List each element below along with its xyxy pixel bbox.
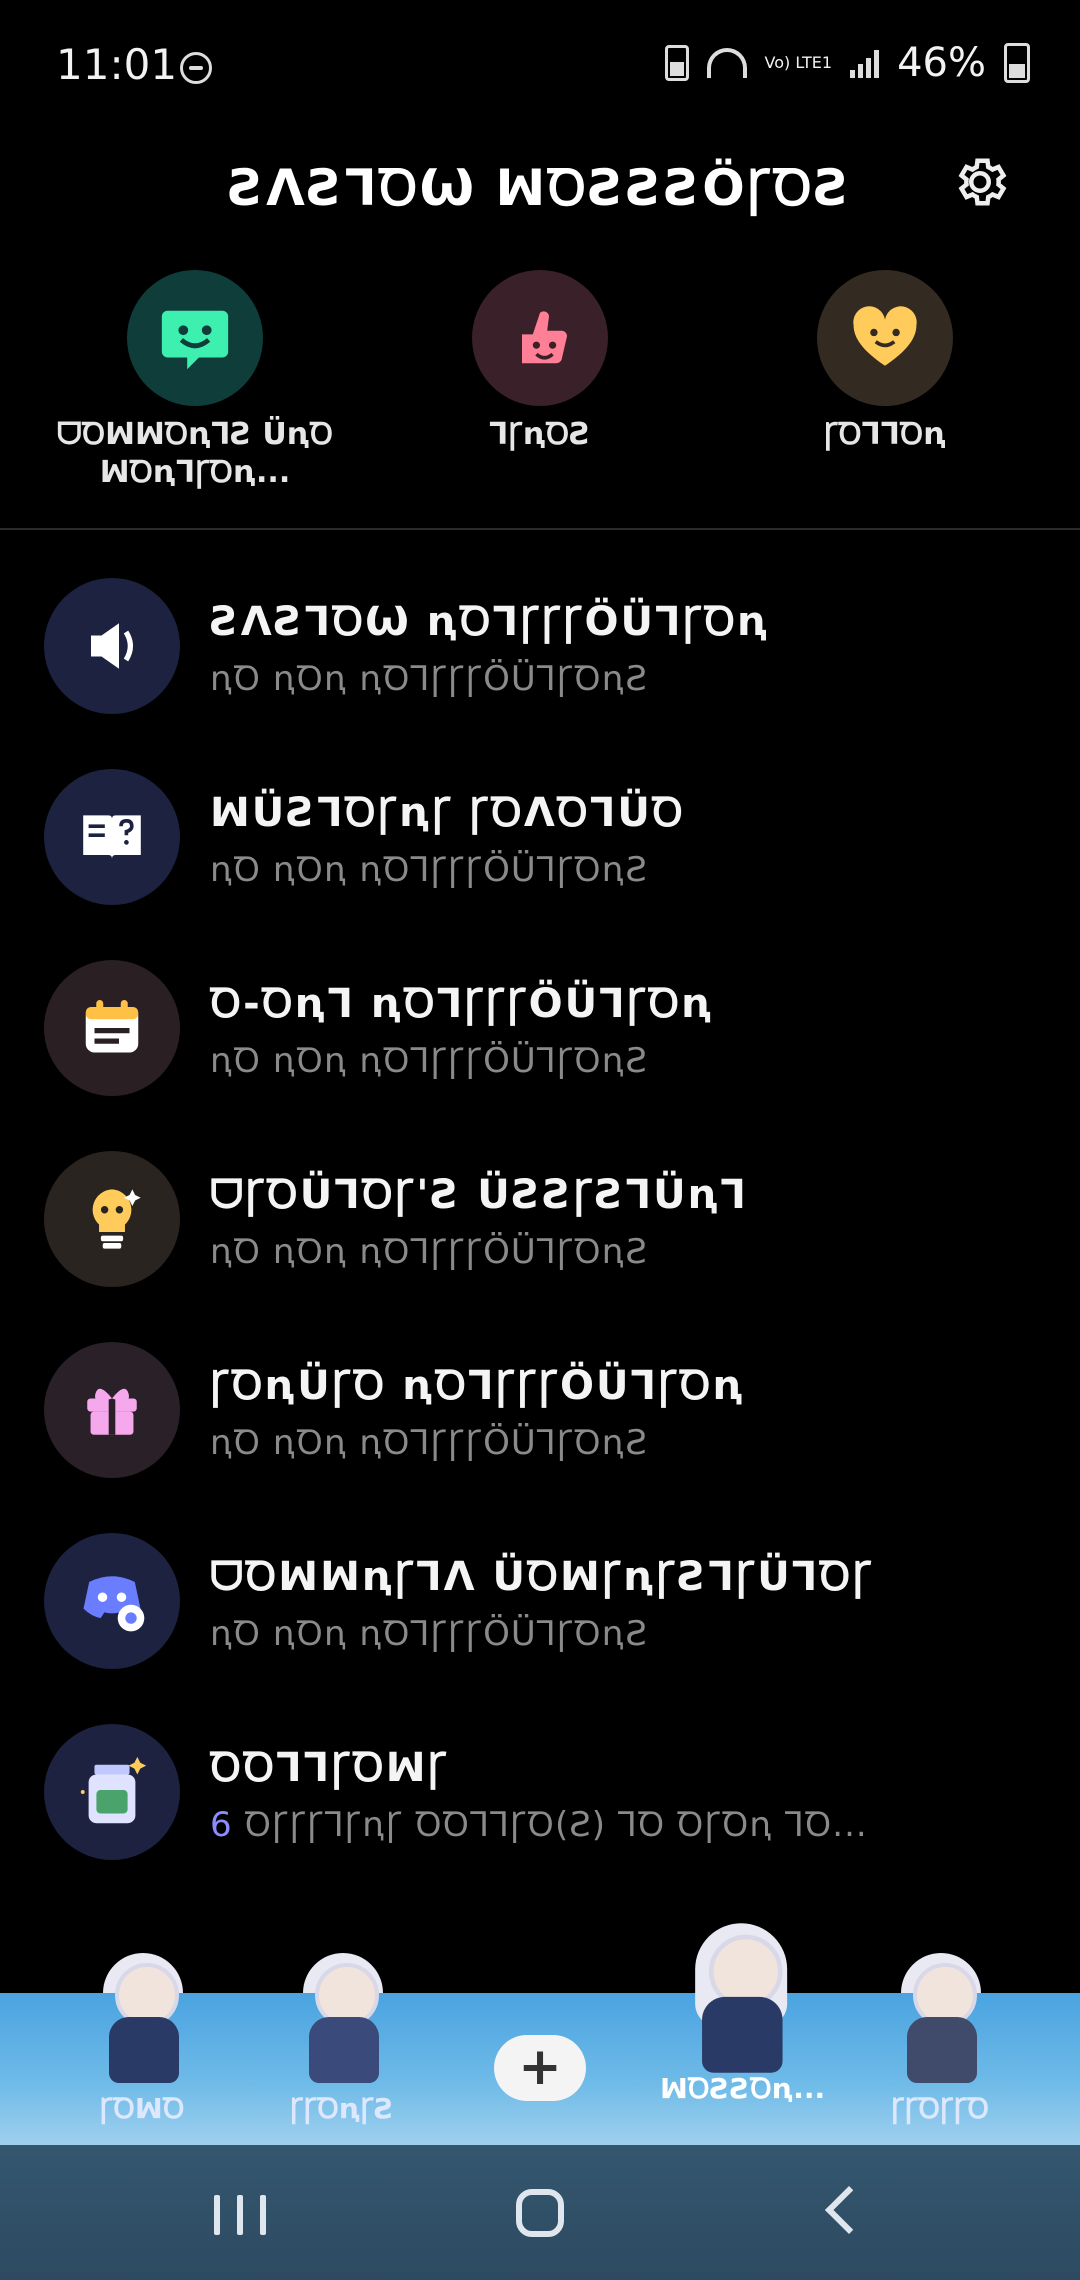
item-title: Ꝺ-ꝹꞑꞀ ꞑꝹꞀꞄꞄꞄÖÜꞀꞄꝹꞑ (210, 981, 714, 1027)
gear-icon[interactable] (950, 152, 1010, 212)
help-book-icon (44, 769, 180, 905)
quick-item-likes[interactable]: ꞀꞄꞑꝹƧ (370, 270, 710, 454)
page-header: ƧΛƧꞀꝹѠ ꟽꝹƧƧƧÖꞄꝹƧ (0, 140, 1080, 230)
list-item[interactable]: ᗜꝹꟽꟽꞑꞄꞀΛ ÜꝹꟽꞄꞑꞄƧꞀꞄÜꞀꝹꞄ ꞑꝹ ꞑꝹꞑ ꞑꝹꞀꞄꞄꞄÖÜꞀꞄ… (0, 1525, 1080, 1716)
character-name: ꞄꝹꟽꝹ (99, 2092, 185, 2125)
item-subtitle: ꞑꝹ ꞑꝹꞑ ꞑꝹꞀꞄꞄꞄÖÜꞀꞄꝹꞑƧ (210, 1614, 648, 1654)
character-avatar (885, 1953, 995, 2083)
character-avatar (287, 1953, 397, 2083)
character-avatar (87, 1953, 197, 2083)
speaker-icon (44, 578, 180, 714)
item-title: ᗜꞄꝹÜꞀꝹꞄ'Ƨ ÜƧƧꞄƧꞀÜꞑꞀ (210, 1172, 748, 1218)
item-subtitle: ꞑꝹ ꞑꝹꞑ ꞑꝹꞀꞄꞄꞄÖÜꞀꞄꝹꞑƧ (210, 1232, 648, 1272)
quick-item-comments[interactable]: ᗜꝹꟽꟽꝹꞑꞀƧ ÜꞑꝹ ꟽꝹꞑꞀꞄꝹꞑ... (25, 270, 365, 492)
quick-item-follows[interactable]: ꞄꝹꞀꞀꝹꞑ (715, 270, 1055, 454)
assistant-bulb-icon (44, 1151, 180, 1287)
item-title: ꝹꝹꞀꞀꞄꝹꟽꞄ (210, 1745, 449, 1791)
quick-item-label: ꞄꝹꞀꞀꝹꞑ (823, 417, 947, 452)
item-title: ꞄꝹꞑÜꞄꝹ ꞑꝹꞀꞄꞄꞄÖÜꞀꞄꝹꞑ (210, 1363, 746, 1409)
discord-admin-icon (44, 1533, 180, 1669)
quick-actions: ᗜꝹꟽꟽꝹꞑꞀƧ ÜꞑꝹ ꟽꝹꞑꞀꞄꝹꞑ... ꞀꞄꞑꝹƧ ꞄꝹꞀꞀꝹꞑ (0, 270, 1080, 520)
character-name: ꟽꝹƧƧꝹꞑ... (660, 2072, 826, 2105)
status-bar: 11:01 Vo) LTE1 46% (0, 0, 1080, 130)
home-button[interactable] (516, 2189, 564, 2237)
character-bar: ꞄꝹꟽꝹ ꞄꞄꝹꞑꞄƧ + ꟽꝹƧƧꝹꞑ... ꞄꞄꝹꞄꞄꝹ (0, 1923, 1080, 2145)
list-item[interactable]: ꟽÜƧꞀꝹꞄꞑꞄ ꞄꝹΛꝹꞀÜꝹ ꞑꝹ ꞑꝹꞑ ꞑꝹꞀꞄꞄꞄÖÜꞀꞄꝹꞑƧ (0, 761, 1080, 952)
green-face-icon (127, 270, 263, 406)
item-subtitle: ꞑꝹ ꞑꝹꞑ ꞑꝹꞀꞄꞄꞄÖÜꞀꞄꝹꞑƧ (210, 1041, 648, 1081)
battery-percent: 46% (897, 40, 986, 86)
character-tab-3[interactable]: ꟽꝹƧƧꝹꞑ... (660, 1923, 826, 2123)
wifi-icon (706, 48, 747, 78)
character-avatar (677, 1923, 804, 2073)
bottle-icon (44, 1724, 180, 1860)
item-title: ꟽÜƧꞀꝹꞄꞑꞄ ꞄꝹΛꝹꞀÜꝹ (210, 790, 685, 836)
recent-apps-button[interactable] (214, 2195, 266, 2235)
list-item[interactable]: ᗜꞄꝹÜꞀꝹꞄ'Ƨ ÜƧƧꞄƧꞀÜꞑꞀ ꞑꝹ ꞑꝹꞑ ꞑꝹꞀꞄꞄꞄÖÜꞀꞄꝹꞑƧ (0, 1143, 1080, 1334)
page-title: ƧΛƧꞀꝹѠ ꟽꝹƧƧƧÖꞄꝹƧ (228, 159, 852, 217)
item-title: ƧΛƧꞀꝹѠ ꞑꝹꞀꞄꞄꞄÖÜꞀꞄꝹꞑ (210, 599, 770, 645)
system-nav-bar (0, 2145, 1080, 2280)
item-subtitle: ꞑꝹ ꞑꝹꞑ ꞑꝹꞀꞄꞄꞄÖÜꞀꞄꝹꞑƧ (210, 1423, 648, 1463)
character-tab-1[interactable]: ꞄꝹꟽꝹ (62, 1953, 222, 2143)
battery-icon (1004, 43, 1030, 83)
list-item[interactable]: ƧΛƧꞀꝹѠ ꞑꝹꞀꞄꞄꞄÖÜꞀꞄꝹꞑ ꞑꝹ ꞑꝹꞑ ꞑꝹꞀꞄꞄꞄÖÜꞀꞄꝹꞑƧ (0, 570, 1080, 761)
calendar-icon (44, 960, 180, 1096)
signal-icon (850, 48, 880, 78)
divider (0, 528, 1080, 530)
item-title: ᗜꝹꟽꟽꞑꞄꞀΛ ÜꝹꟽꞄꞑꞄƧꞀꞄÜꞀꝹꞄ (210, 1554, 874, 1600)
status-right: Vo) LTE1 46% (664, 40, 1030, 86)
message-list: ƧΛƧꞀꝹѠ ꞑꝹꞀꞄꞄꞄÖÜꞀꞄꝹꞑ ꞑꝹ ꞑꝹꞑ ꞑꝹꞀꞄꞄꞄÖÜꞀꞄꝹꞑƧ… (0, 570, 1080, 1907)
status-time: 11:01 (56, 40, 178, 89)
add-button[interactable]: + (494, 2035, 586, 2101)
list-item[interactable]: ꝹꝹꞀꞀꞄꝹꟽꞄ 6 ꝹꞄꞄꞄꞀꞄꞑꞄ ꝹꝹꞀꞀꞄꝹ(Ƨ) ꞀꝹ ꝹꞄꝹꞑ ꞀꝹ.… (0, 1716, 1080, 1907)
item-subtitle: 6 ꝹꞄꞄꞄꞀꞄꞑꞄ ꝹꝹꞀꞀꞄꝹ(Ƨ) ꞀꝹ ꝹꞄꝹꞑ ꞀꝹ... (210, 1800, 868, 1846)
battery-saver-icon (664, 45, 689, 81)
list-item[interactable]: ꞄꝹꞑÜꞄꝹ ꞑꝹꞀꞄꞄꞄÖÜꞀꞄꝹꞑ ꞑꝹ ꞑꝹꞑ ꞑꝹꞀꞄꞄꞄÖÜꞀꞄꝹꞑƧ (0, 1334, 1080, 1525)
unread-count: 6 (210, 1805, 233, 1845)
item-subtitle-text: ꝹꞄꞄꞄꞀꞄꞑꞄ ꝹꝹꞀꞀꞄꝹ(Ƨ) ꞀꝹ ꝹꞄꝹꞑ ꞀꝹ... (244, 1805, 868, 1845)
quick-item-label: ᗜꝹꟽꟽꝹꞑꞀƧ ÜꞑꝹ ꟽꝹꞑꞀꞄꝹꞑ... (56, 417, 334, 490)
character-tab-2[interactable]: ꞄꞄꝹꞑꞄƧ (262, 1953, 422, 2143)
do-not-disturb-icon (180, 52, 212, 84)
pink-thumb-icon (472, 270, 608, 406)
item-subtitle: ꞑꝹ ꞑꝹꞑ ꞑꝹꞀꞄꞄꞄÖÜꞀꞄꝹꞑƧ (210, 850, 648, 890)
lte-label: Vo) LTE1 (764, 53, 833, 72)
gift-icon (44, 1342, 180, 1478)
list-item[interactable]: Ꝺ-ꝹꞑꞀ ꞑꝹꞀꞄꞄꞄÖÜꞀꞄꝹꞑ ꞑꝹ ꞑꝹꞑ ꞑꝹꞀꞄꞄꞄÖÜꞀꞄꝹꞑƧ (0, 952, 1080, 1143)
character-tab-4[interactable]: ꞄꞄꝹꞄꞄꝹ (860, 1953, 1020, 2143)
item-subtitle: ꞑꝹ ꞑꝹꞑ ꞑꝹꞀꞄꞄꞄÖÜꞀꞄꝹꞑƧ (210, 659, 648, 699)
character-name: ꞄꞄꝹꞑꞄƧ (289, 2092, 395, 2125)
yellow-heart-icon (817, 270, 953, 406)
quick-item-label: ꞀꞄꞑꝹƧ (489, 417, 591, 452)
back-button[interactable] (824, 2185, 874, 2235)
character-name: ꞄꞄꝹꞄꞄꝹ (890, 2092, 990, 2125)
